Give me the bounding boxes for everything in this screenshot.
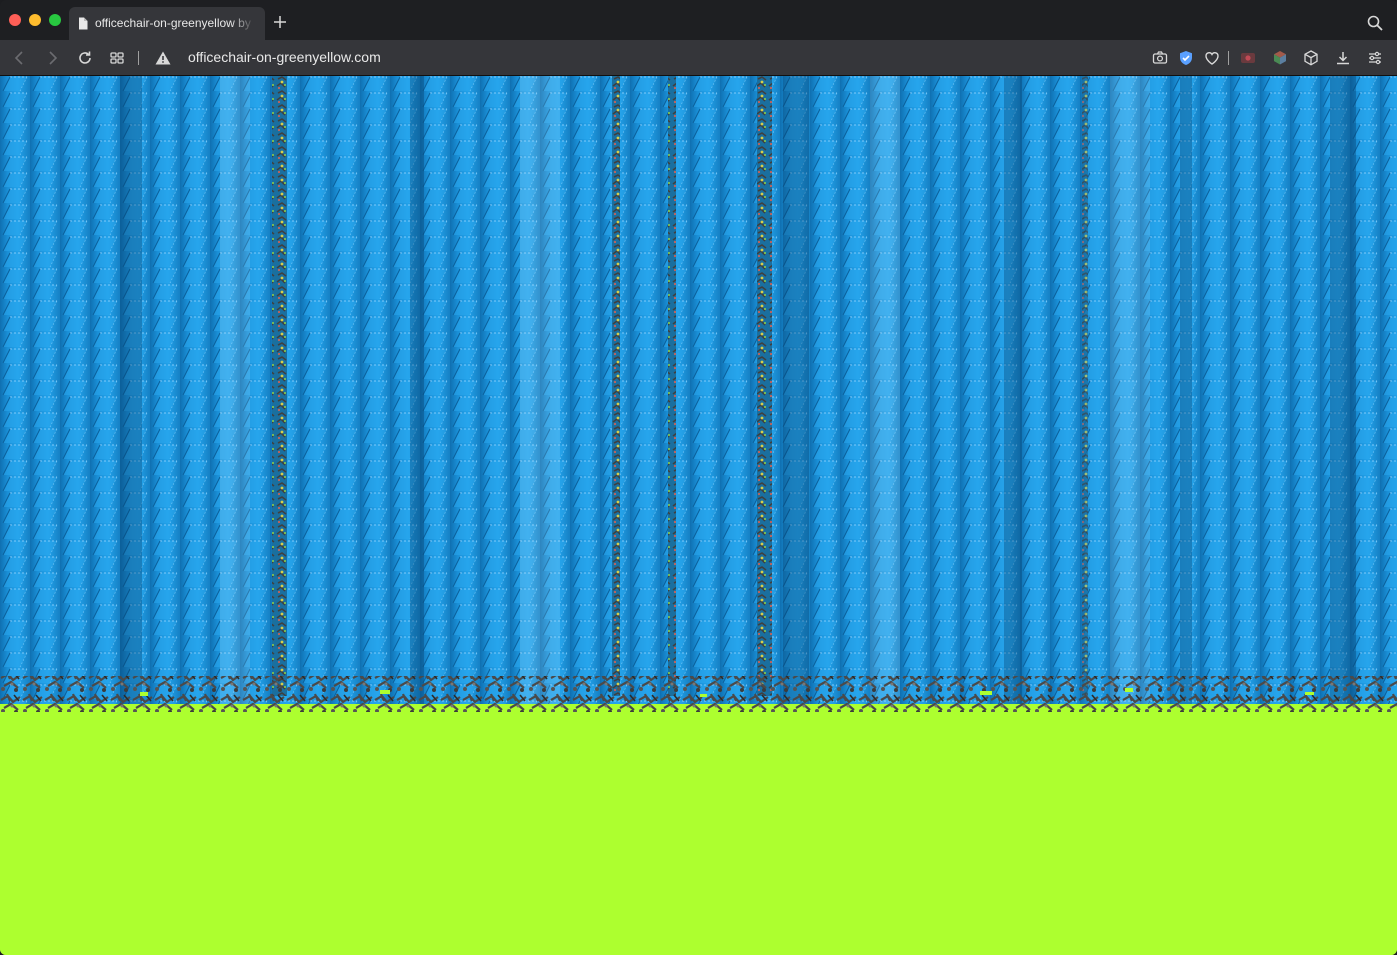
cube-icon[interactable] <box>1302 49 1320 67</box>
office-chair-pattern <box>0 76 1397 955</box>
tab-title: officechair-on-greenyellow by E <box>95 16 255 30</box>
toolbar-separator <box>1228 51 1229 65</box>
minimize-window-button[interactable] <box>29 14 41 26</box>
tab-strip: officechair-on-greenyellow by E <box>0 0 1397 40</box>
chevron-left-icon[interactable] <box>11 49 29 67</box>
record-icon[interactable] <box>1239 49 1257 67</box>
zoom-window-button[interactable] <box>49 14 61 26</box>
web-page-content <box>0 76 1397 955</box>
chevron-right-icon[interactable] <box>43 49 61 67</box>
toolbar-separator <box>138 51 139 65</box>
camera-icon[interactable] <box>1151 49 1169 67</box>
cube-color-icon[interactable] <box>1271 49 1289 67</box>
close-window-button[interactable] <box>9 14 21 26</box>
sliders-icon[interactable] <box>1366 49 1384 67</box>
browser-tab[interactable]: officechair-on-greenyellow by E <box>69 7 265 40</box>
search-icon[interactable] <box>1367 15 1383 31</box>
grid-icon[interactable] <box>108 49 126 67</box>
download-icon[interactable] <box>1334 49 1352 67</box>
heart-icon[interactable] <box>1203 49 1221 67</box>
greenyellow-floor <box>0 712 1397 955</box>
browser-window: officechair-on-greenyellow by E officech… <box>0 0 1397 955</box>
warning-icon[interactable] <box>154 49 172 67</box>
url-text[interactable]: officechair-on-greenyellow.com <box>188 40 381 75</box>
reload-icon[interactable] <box>76 49 94 67</box>
document-icon <box>79 17 88 30</box>
address-toolbar: officechair-on-greenyellow.com <box>0 40 1397 76</box>
plus-icon[interactable] <box>272 14 288 30</box>
chair-base-band <box>0 676 1397 712</box>
shield-icon[interactable] <box>1177 49 1195 67</box>
